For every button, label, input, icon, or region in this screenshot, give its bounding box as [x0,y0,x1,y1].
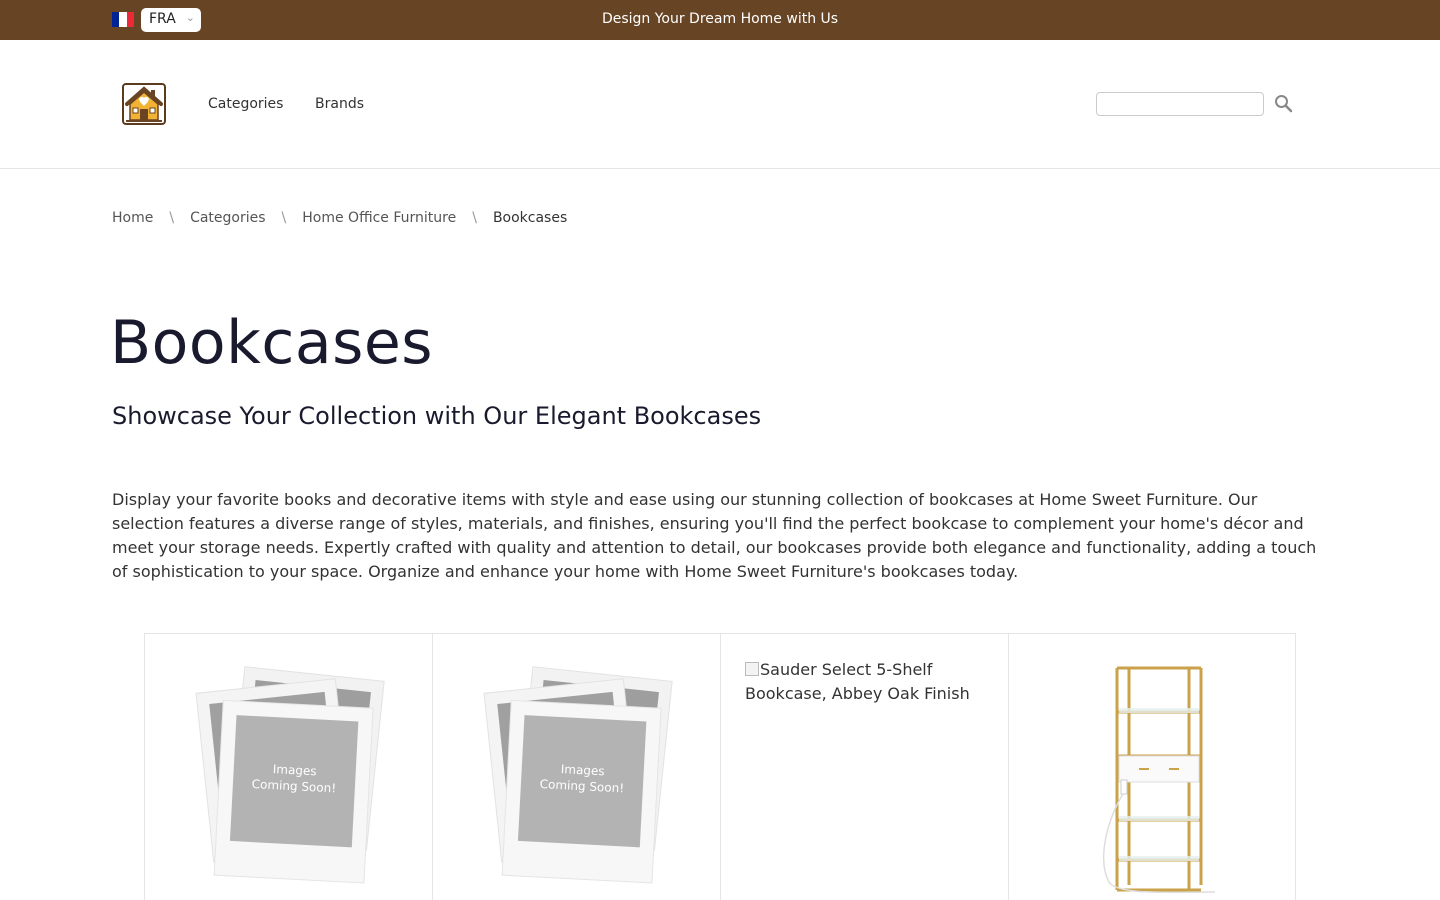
product-card[interactable] [1008,634,1296,900]
breadcrumb-home[interactable]: Home [112,210,153,226]
house-heart-icon[interactable] [121,82,167,126]
image-placeholder: Images Coming Soon! [483,666,673,884]
product-card[interactable]: Sauder Select 5-Shelf Bookcase, Abbey Oa… [720,634,1008,900]
image-placeholder: Images Coming Soon! [195,666,385,884]
product-card[interactable]: Images Coming Soon! [144,634,432,900]
nav-brands[interactable]: Brands [315,96,364,112]
breadcrumb-separator: \ [281,210,287,226]
site-header: Categories Brands [0,40,1440,169]
broken-image: Sauder Select 5-Shelf Bookcase, Abbey Oa… [745,658,985,706]
placeholder-text-1: Images [272,762,317,778]
broken-image-icon [745,662,759,676]
placeholder-text-1: Images [560,762,605,778]
page-title: Bookcases [110,308,434,378]
page-description: Display your favorite books and decorati… [112,490,1317,581]
breadcrumb: Home \ Categories \ Home Office Furnitur… [112,210,567,226]
banner-text: Design Your Dream Home with Us [601,11,839,27]
broken-image-alt-text: Sauder Select 5-Shelf Bookcase, Abbey Oa… [745,660,970,703]
top-banner: FRA ⌄ Design Your Dream Home with Us [0,0,1440,40]
etagere-image [1102,666,1216,894]
breadcrumb-current: Bookcases [492,210,568,226]
breadcrumb-separator: \ [169,210,175,226]
breadcrumb-categories[interactable]: Categories [190,210,265,226]
product-card[interactable]: Images Coming Soon! [432,634,720,900]
nav-categories[interactable]: Categories [208,96,283,112]
search-icon[interactable] [1273,93,1295,115]
product-grid: Images Coming Soon! Images Coming Soon! … [144,633,1296,900]
breadcrumb-home-office-furniture[interactable]: Home Office Furniture [302,210,456,226]
breadcrumb-separator: \ [472,210,477,226]
search-input[interactable] [1096,92,1264,116]
page-subtitle: Showcase Your Collection with Our Elegan… [112,402,762,430]
